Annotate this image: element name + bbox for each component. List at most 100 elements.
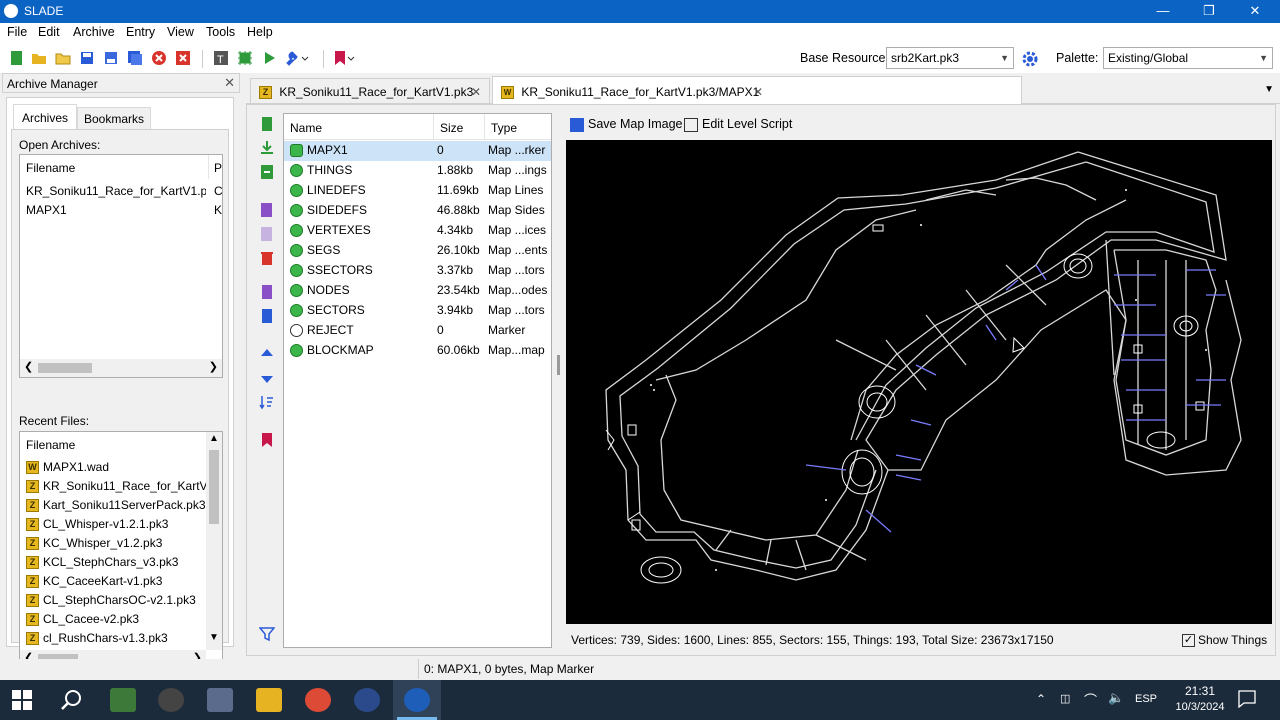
col-filename[interactable]: Filename — [26, 161, 75, 175]
table-row[interactable]: REJECT 0 Marker — [284, 321, 551, 341]
taskbar-app-icon[interactable] — [110, 688, 136, 712]
rename-all-icon[interactable] — [259, 226, 275, 242]
scroll-left-icon[interactable]: ❮ — [24, 360, 33, 373]
recent-files-list[interactable]: Filename W MAPX1.wad Z KR_Soniku11_Race_for… — [19, 431, 223, 669]
minimize-button[interactable]: — — [1140, 0, 1186, 23]
import-icon[interactable] — [259, 140, 275, 156]
menu-view[interactable]: View — [167, 25, 194, 39]
col-name[interactable]: Name — [290, 121, 322, 135]
table-row[interactable]: SSECTORS 3.37kb Map ...tors — [284, 261, 551, 281]
save-all-icon[interactable] — [126, 49, 144, 67]
entry-list[interactable]: Name Size Type MAPX1 0 Map ...rker THINGS 1.… — [283, 113, 552, 648]
gear-icon[interactable] — [1021, 50, 1039, 68]
scrollbar-thumb[interactable] — [209, 450, 219, 524]
menu-tools[interactable]: Tools — [206, 25, 235, 39]
menu-entry[interactable]: Entry — [126, 25, 155, 39]
list-item[interactable]: Z Kart_Soniku11ServerPack.pk3 — [26, 496, 206, 515]
list-item[interactable]: W MAPX1.wad — [26, 458, 206, 477]
table-row[interactable]: VERTEXES 4.34kb Map ...ices — [284, 221, 551, 241]
obs-icon[interactable] — [158, 688, 184, 712]
scroll-right-icon[interactable]: ❯ — [209, 360, 218, 373]
menu-archive[interactable]: Archive — [73, 25, 115, 39]
tabs-dropdown-icon[interactable]: ▼ — [1264, 84, 1274, 95]
map-canvas[interactable] — [566, 140, 1272, 624]
table-row[interactable]: SEGS 26.10kb Map ...ents — [284, 241, 551, 261]
volume-icon[interactable]: 🔈 — [1108, 690, 1124, 706]
open-dir-icon[interactable] — [54, 49, 72, 67]
close-archive-icon[interactable] — [150, 49, 168, 67]
tray-chevron-up-icon[interactable]: ⌃ — [1036, 692, 1046, 706]
col-size[interactable]: Size — [440, 121, 463, 135]
tools-dropdown-icon[interactable] — [284, 49, 312, 67]
bookmark-icon[interactable] — [259, 432, 275, 448]
move-down-icon[interactable] — [259, 370, 275, 386]
clock-date[interactable]: 10/3/2024 — [1170, 701, 1230, 713]
open-archive-icon[interactable] — [30, 49, 48, 67]
tab-archives[interactable]: Archives — [13, 104, 78, 130]
sort-icon[interactable] — [259, 394, 275, 410]
open-archives-list[interactable]: Filename P KR_Soniku11_Race_for_KartV1.p… — [19, 154, 223, 378]
list-item[interactable]: Zcl_RushChars-v1.3.pk3 — [26, 629, 206, 648]
edit-level-script-button[interactable]: Edit Level Script — [684, 117, 792, 132]
copy-icon[interactable] — [259, 284, 275, 300]
new-archive-icon[interactable] — [8, 49, 26, 67]
bookmark-dropdown-icon[interactable] — [332, 49, 358, 67]
close-all-icon[interactable] — [174, 49, 192, 67]
save-map-image-button[interactable]: Save Map Image — [570, 117, 683, 132]
file-explorer-icon[interactable] — [256, 688, 282, 712]
close-panel-icon[interactable]: ✕ — [224, 75, 235, 91]
table-row[interactable]: BLOCKMAP 60.06kb Map...map — [284, 341, 551, 361]
list-item[interactable]: MAPX1 — [26, 201, 206, 220]
save-icon[interactable] — [78, 49, 96, 67]
list-item[interactable]: Z KC_Whisper_v1.2.pk3 — [26, 534, 206, 553]
col-filename[interactable]: Filename — [26, 438, 75, 452]
col-p[interactable]: P — [214, 161, 222, 175]
table-row[interactable]: MAPX1 0 Map ...rker — [284, 141, 551, 161]
notifications-icon[interactable] — [1238, 690, 1256, 709]
run-icon[interactable] — [260, 49, 278, 67]
tab-archive[interactable]: Z KR_Soniku11_Race_for_KartV1.pk3 ✕ — [250, 78, 490, 104]
delete-icon[interactable] — [259, 250, 275, 266]
scrollbar-thumb[interactable] — [38, 363, 92, 373]
list-item[interactable]: Z KC_CaceeKart-v1.pk3 — [26, 572, 206, 591]
close-tab-icon[interactable]: ✕ — [471, 85, 481, 99]
list-item[interactable]: Z KR_Soniku11_Race_for_KartV1.pk3 — [26, 477, 206, 496]
palette-select[interactable]: Existing/Global ▼ — [1103, 47, 1273, 69]
new-entry-icon[interactable] — [259, 116, 275, 132]
language-indicator[interactable]: ESP — [1135, 693, 1157, 705]
horizontal-scrollbar[interactable]: ❮ ❯ — [20, 359, 222, 377]
close-button[interactable]: ✕ — [1232, 0, 1278, 23]
base-resource-select[interactable]: srb2Kart.pk3 ▼ — [886, 47, 1014, 69]
export-icon[interactable] — [259, 164, 275, 180]
wifi-icon[interactable]: ⌒ — [1084, 690, 1097, 709]
list-item[interactable]: Z CL_StephCharsOC-v2.1.pk3 — [26, 591, 206, 610]
list-item[interactable]: Z CL_Cacee-v2.pk3 — [26, 610, 206, 629]
zandronum-icon[interactable] — [354, 688, 380, 712]
table-row[interactable]: NODES 23.54kb Map...odes — [284, 281, 551, 301]
save-as-icon[interactable] — [102, 49, 120, 67]
close-tab-icon[interactable]: ✕ — [753, 85, 763, 99]
text-editor-icon[interactable]: T — [212, 49, 230, 67]
search-icon[interactable] — [60, 688, 84, 712]
menu-file[interactable]: File — [7, 25, 27, 39]
maximize-button[interactable]: ❐ — [1186, 0, 1232, 23]
chrome-icon[interactable] — [305, 688, 331, 712]
windows-start-icon[interactable] — [12, 690, 32, 710]
rename-icon[interactable] — [259, 202, 275, 218]
script-compile-icon[interactable] — [236, 49, 254, 67]
paint-icon[interactable] — [207, 688, 233, 712]
table-row[interactable]: SIDEDEFS 46.88kb Map Sides — [284, 201, 551, 221]
move-up-icon[interactable] — [259, 346, 275, 362]
scroll-up-icon[interactable]: ▲ — [209, 433, 219, 444]
battery-icon[interactable]: ◫ — [1060, 692, 1070, 705]
menu-help[interactable]: Help — [247, 25, 273, 39]
filter-icon[interactable] — [258, 626, 276, 642]
table-row[interactable]: THINGS 1.88kb Map ...ings — [284, 161, 551, 181]
menu-edit[interactable]: Edit — [38, 25, 60, 39]
vertical-scrollbar[interactable]: ▲ ▼ — [206, 432, 222, 650]
show-things-checkbox[interactable]: ✓ Show Things — [1182, 633, 1267, 648]
list-item[interactable]: Z CL_Whisper-v1.2.1.pk3 — [26, 515, 206, 534]
paste-icon[interactable] — [259, 308, 275, 324]
col-type[interactable]: Type — [491, 121, 517, 135]
tab-bookmarks[interactable]: Bookmarks — [77, 107, 152, 130]
